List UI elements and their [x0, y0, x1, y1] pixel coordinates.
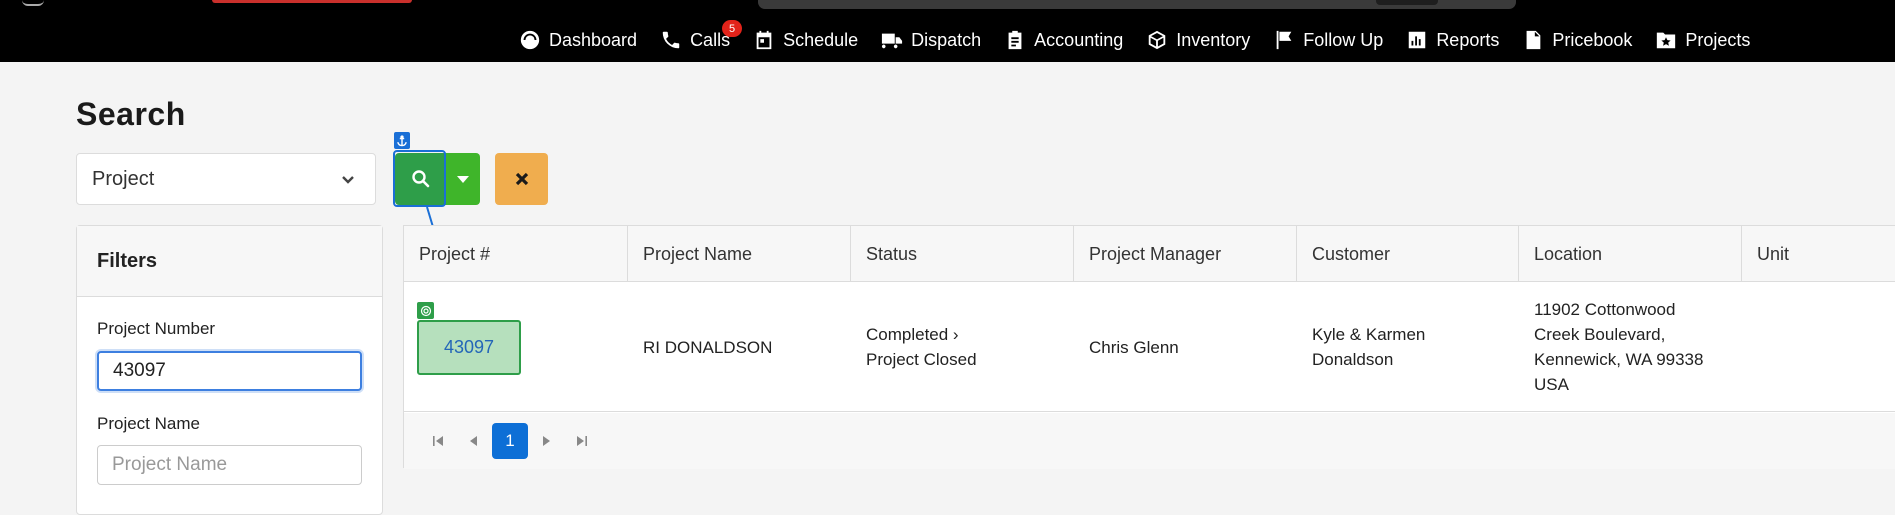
nav-dashboard-label: Dashboard [549, 29, 638, 50]
table-header: Project # Project Name Status Project Ma… [404, 226, 1895, 282]
last-page-icon [577, 436, 587, 446]
pagination: 1 [404, 413, 1895, 469]
nav-schedule[interactable]: Schedule [753, 29, 858, 51]
project-name-cell: RI DONALDSON [643, 337, 773, 357]
anchor-icon [394, 132, 410, 149]
customer-name-line2: Donaldson [1312, 350, 1394, 369]
box-icon [1148, 30, 1166, 50]
nav-schedule-label: Schedule [783, 29, 859, 50]
first-page-icon [433, 436, 443, 446]
page-title: Search [76, 96, 186, 132]
nav-projects[interactable]: Projects [1655, 29, 1750, 51]
book-icon [1526, 30, 1541, 50]
caret-down-icon [457, 176, 469, 183]
status-detail: Project Closed [866, 350, 977, 369]
column-header-project-manager[interactable]: Project Manager [1074, 226, 1297, 282]
nav-follow-up-label: Follow Up [1303, 29, 1384, 50]
nav-calls[interactable]: Calls 5 [660, 20, 743, 51]
filters-panel: Filters Project Number Project Name [76, 225, 383, 515]
search-type-value: Project [92, 167, 155, 190]
nav-dispatch[interactable]: Dispatch [881, 29, 981, 51]
nav-dashboard[interactable]: Dashboard [519, 29, 637, 51]
next-page-icon [543, 436, 550, 446]
nav-pricebook[interactable]: Pricebook [1522, 29, 1632, 51]
bar-chart-icon [1409, 31, 1426, 49]
filters-title: Filters [77, 226, 382, 297]
search-options-dropdown-button[interactable] [446, 153, 480, 205]
nav-pricebook-label: Pricebook [1552, 29, 1633, 50]
page-number-current[interactable]: 1 [492, 423, 528, 459]
nav-projects-label: Projects [1685, 29, 1751, 50]
project-manager-cell: Chris Glenn [1089, 337, 1179, 357]
search-button[interactable] [395, 153, 446, 205]
nav-inventory-label: Inventory [1176, 29, 1251, 50]
close-icon [515, 172, 528, 186]
nav-reports[interactable]: Reports [1406, 29, 1499, 51]
main-nav: Dashboard Calls 5 Schedule Dispatch Acco… [519, 20, 1773, 58]
nav-reports-label: Reports [1436, 29, 1500, 50]
column-header-status[interactable]: Status [851, 226, 1074, 282]
target-icon [417, 302, 434, 319]
location-line3: Kennewick, WA 99338 [1534, 350, 1704, 369]
phone-icon [662, 31, 680, 49]
global-search-bar[interactable] [758, 0, 1516, 9]
flag-icon [1276, 30, 1292, 50]
location-cell: 11902 Cottonwood Creek Boulevard, Kennew… [1519, 282, 1703, 412]
results-table: Project # Project Name Status Project Ma… [403, 225, 1895, 469]
customer-name-line1: Kyle & Karmen [1312, 325, 1426, 344]
top-navbar: Dashboard Calls 5 Schedule Dispatch Acco… [0, 0, 1895, 62]
table-row[interactable]: 43097 RI DONALDSON Completed › Project C… [404, 282, 1895, 412]
location-line4: USA [1534, 375, 1569, 394]
clear-button[interactable] [495, 153, 548, 205]
folder-star-icon [1657, 32, 1676, 49]
nav-accounting[interactable]: Accounting [1004, 29, 1123, 51]
status-stage: Completed › [866, 325, 959, 344]
nav-follow-up[interactable]: Follow Up [1273, 29, 1383, 51]
calls-count-badge: 5 [722, 20, 743, 37]
chevron-down-icon [342, 176, 354, 184]
project-name-input[interactable] [97, 445, 362, 485]
last-page-button[interactable] [564, 423, 600, 459]
dashboard-icon [520, 30, 540, 50]
nav-accounting-label: Accounting [1034, 29, 1124, 50]
nav-inventory[interactable]: Inventory [1146, 29, 1250, 51]
previous-page-button[interactable] [456, 423, 492, 459]
column-header-project-name[interactable]: Project Name [628, 226, 851, 282]
column-header-project-number[interactable]: Project # [404, 226, 628, 282]
customer-cell: Kyle & Karmen Donaldson [1297, 282, 1425, 412]
project-number-label: Project Number [97, 319, 216, 338]
search-type-select[interactable]: Project [76, 153, 376, 205]
location-line2: Creek Boulevard, [1534, 325, 1666, 344]
search-icon [411, 170, 429, 188]
unit-cell [1742, 282, 1757, 412]
alert-strip [212, 0, 412, 3]
nav-dispatch-label: Dispatch [911, 29, 982, 50]
previous-page-icon [470, 436, 477, 446]
calendar-icon [756, 30, 772, 50]
project-number-link[interactable]: 43097 [417, 320, 521, 375]
status-cell: Completed › Project Closed [851, 282, 977, 412]
location-line1: 11902 Cottonwood [1534, 300, 1676, 319]
clipboard-icon [1008, 30, 1022, 50]
first-page-button[interactable] [420, 423, 456, 459]
next-page-button[interactable] [528, 423, 564, 459]
column-header-customer[interactable]: Customer [1297, 226, 1519, 282]
project-name-label: Project Name [97, 414, 200, 433]
column-header-unit[interactable]: Unit [1742, 226, 1895, 282]
project-number-input[interactable] [97, 351, 362, 391]
column-header-location[interactable]: Location [1519, 226, 1742, 282]
truck-icon [882, 33, 903, 49]
logo-icon [22, 0, 44, 6]
